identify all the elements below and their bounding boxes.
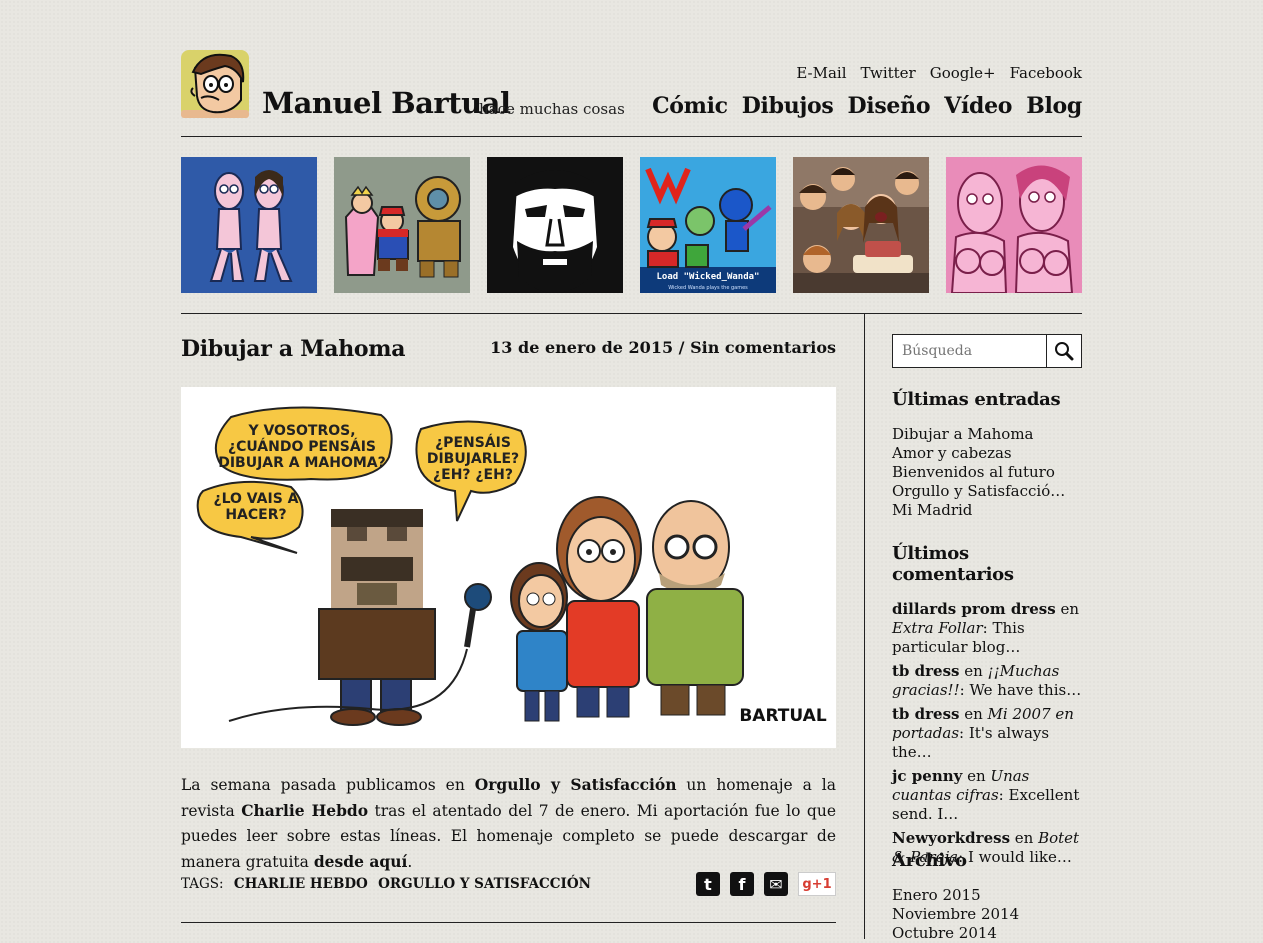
thumb-pink-illustration[interactable] — [946, 157, 1082, 293]
archive-item[interactable]: Enero 2015 — [892, 886, 1019, 905]
comment-item: tb dress en ¡¡Muchas gracias!!: We have … — [892, 662, 1082, 700]
tag-orgullo-y-satisfaccion[interactable]: ORGULLO Y SATISFACCIÓN — [378, 876, 591, 892]
recent-post-item[interactable]: Dibujar a Mahoma — [892, 425, 1065, 444]
thumb-bearded-face[interactable] — [487, 157, 623, 293]
site-title[interactable]: Manuel Bartual — [262, 86, 511, 120]
social-links: E-Mail Twitter Google+ Facebook — [796, 64, 1082, 82]
post-tags: TAGS: CHARLIE HEBDO ORGULLO Y SATISFACCI… — [181, 876, 591, 892]
nav-dibujos[interactable]: Dibujos — [742, 93, 834, 119]
archive-section: Archivo Enero 2015 Noviembre 2014 Octubr… — [892, 850, 1019, 943]
bubble1-line2: ¿CUÁNDO PENSÁIS — [228, 438, 376, 455]
comment-item: jc penny en Unas cuantas cifras: Excelle… — [892, 767, 1082, 824]
comment-post-link[interactable]: Extra Follar — [892, 619, 983, 637]
tags-label: TAGS: — [181, 876, 224, 892]
body-text-4: . — [407, 853, 413, 871]
search-form — [892, 334, 1082, 368]
recent-post-item[interactable]: Bienvenidos al futuro — [892, 463, 1065, 482]
email-link[interactable]: E-Mail — [796, 64, 846, 82]
comment-on: en — [1055, 600, 1079, 618]
recent-comments-section: Últimos comentarios dillards prom dress … — [892, 543, 1082, 872]
header-divider — [181, 136, 1082, 137]
comment-author[interactable]: tb dress — [892, 705, 959, 723]
share-buttons: t f ✉ g+1 — [696, 872, 836, 896]
thumb-videogame-characters[interactable] — [334, 157, 470, 293]
nav-diseno[interactable]: Diseño — [848, 93, 931, 119]
post-meta-separator: / — [673, 338, 691, 357]
archive-item[interactable]: Noviembre 2014 — [892, 905, 1019, 924]
twitter-link[interactable]: Twitter — [861, 64, 916, 82]
archive-heading: Archivo — [892, 850, 967, 871]
wicked-wanda-caption: Load "Wicked_Wanda" — [657, 271, 760, 282]
comment-item: tb dress en Mi 2007 en portadas: It's al… — [892, 705, 1082, 762]
thumb-wicked-wanda[interactable]: Load "Wicked_Wanda" Wicked Wanda plays t… — [640, 157, 776, 293]
post-title[interactable]: Dibujar a Mahoma — [181, 336, 406, 362]
link-orgullo-y-satisfaccion[interactable]: Orgullo y Satisfacción — [475, 775, 677, 794]
bubble3-line1: ¿PENSÁIS — [435, 434, 511, 451]
link-desde-aqui[interactable]: desde aquí — [314, 852, 408, 871]
bubble3-line2: DIBUJARLE? — [427, 451, 519, 467]
main-nav: Cómic Dibujos Diseño Vídeo Blog — [652, 93, 1082, 119]
post-body: La semana pasada publicamos en Orgullo y… — [181, 772, 836, 875]
search-button[interactable] — [1046, 335, 1081, 367]
comment-on: en — [959, 705, 988, 723]
bubble1-line3: DIBUJAR A MAHOMA? — [218, 455, 386, 471]
bubble2-line2: HACER? — [225, 507, 286, 523]
comment-author[interactable]: dillards prom dress — [892, 600, 1056, 618]
featured-thumbnails: Load "Wicked_Wanda" Wicked Wanda plays t… — [181, 157, 1082, 293]
bartual-character — [556, 496, 642, 718]
site-logo-avatar[interactable] — [181, 50, 249, 118]
link-charlie-hebdo[interactable]: Charlie Hebdo — [241, 801, 368, 820]
comment-item: dillards prom dress en Extra Follar: Thi… — [892, 600, 1082, 657]
recent-post-item[interactable]: Orgullo y Satisfacció… — [892, 482, 1065, 501]
sidebar: Últimas entradas Dibujar a Mahoma Amor y… — [892, 334, 1082, 942]
recent-post-item[interactable]: Mi Madrid — [892, 501, 1065, 520]
thumb-birthday-photo[interactable] — [793, 157, 929, 293]
comment-author[interactable]: jc penny — [892, 767, 962, 785]
recent-posts-heading: Últimas entradas — [892, 389, 1061, 410]
comment-on: en — [959, 662, 988, 680]
twitter-share-icon[interactable]: t — [696, 872, 720, 896]
google-plus-share-icon[interactable]: g+1 — [798, 872, 836, 896]
nav-blog[interactable]: Blog — [1026, 93, 1082, 119]
post-comic-image: Y VOSOTROS, ¿CUÁNDO PENSÁIS DIBUJAR A MA… — [181, 387, 836, 748]
comment-on: en — [962, 767, 991, 785]
comment-author[interactable]: tb dress — [892, 662, 959, 680]
recent-posts-section: Últimas entradas Dibujar a Mahoma Amor y… — [892, 389, 1065, 520]
bubble1-line1: Y VOSOTROS, — [247, 423, 355, 439]
tag-charlie-hebdo[interactable]: CHARLIE HEBDO — [234, 876, 368, 892]
facebook-share-icon[interactable]: f — [730, 872, 754, 896]
facebook-link[interactable]: Facebook — [1010, 64, 1082, 82]
search-input[interactable] — [893, 335, 1046, 367]
post-meta: 13 de enero de 2015 / Sin comentarios — [490, 338, 836, 357]
archive-item[interactable]: Octubre 2014 — [892, 924, 1019, 943]
wicked-wanda-subcaption: Wicked Wanda plays the games — [668, 285, 748, 291]
nav-video[interactable]: Vídeo — [944, 93, 1012, 119]
thumb-naked-couple[interactable] — [181, 157, 317, 293]
bubble2-line1: ¿LO VAIS A — [213, 491, 298, 507]
comment-author[interactable]: Newyorkdress — [892, 829, 1010, 847]
search-icon — [1055, 342, 1074, 361]
page-wrapper: Manuel Bartual hace muchas cosas E-Mail … — [181, 0, 1082, 942]
recent-comments-heading: Últimos comentarios — [892, 543, 1014, 585]
bubble3-line3: ¿EH? ¿EH? — [433, 467, 513, 483]
email-share-icon[interactable]: ✉ — [764, 872, 788, 896]
post-date[interactable]: 13 de enero de 2015 — [490, 338, 673, 357]
google-plus-link[interactable]: Google+ — [930, 64, 996, 82]
recent-post-item[interactable]: Amor y cabezas — [892, 444, 1065, 463]
sidebar-divider — [864, 313, 865, 939]
post-comments-link[interactable]: Sin comentarios — [690, 338, 836, 357]
content-divider — [181, 313, 1082, 314]
site-tagline: hace muchas cosas — [479, 100, 625, 118]
nav-comic[interactable]: Cómic — [652, 93, 728, 119]
comment-on: en — [1010, 829, 1039, 847]
comment-excerpt: : We have this… — [959, 681, 1082, 699]
post-end-divider — [181, 922, 836, 923]
body-text-1: La semana pasada publicamos en — [181, 776, 475, 794]
comic-signature: BARTUAL — [739, 706, 826, 726]
